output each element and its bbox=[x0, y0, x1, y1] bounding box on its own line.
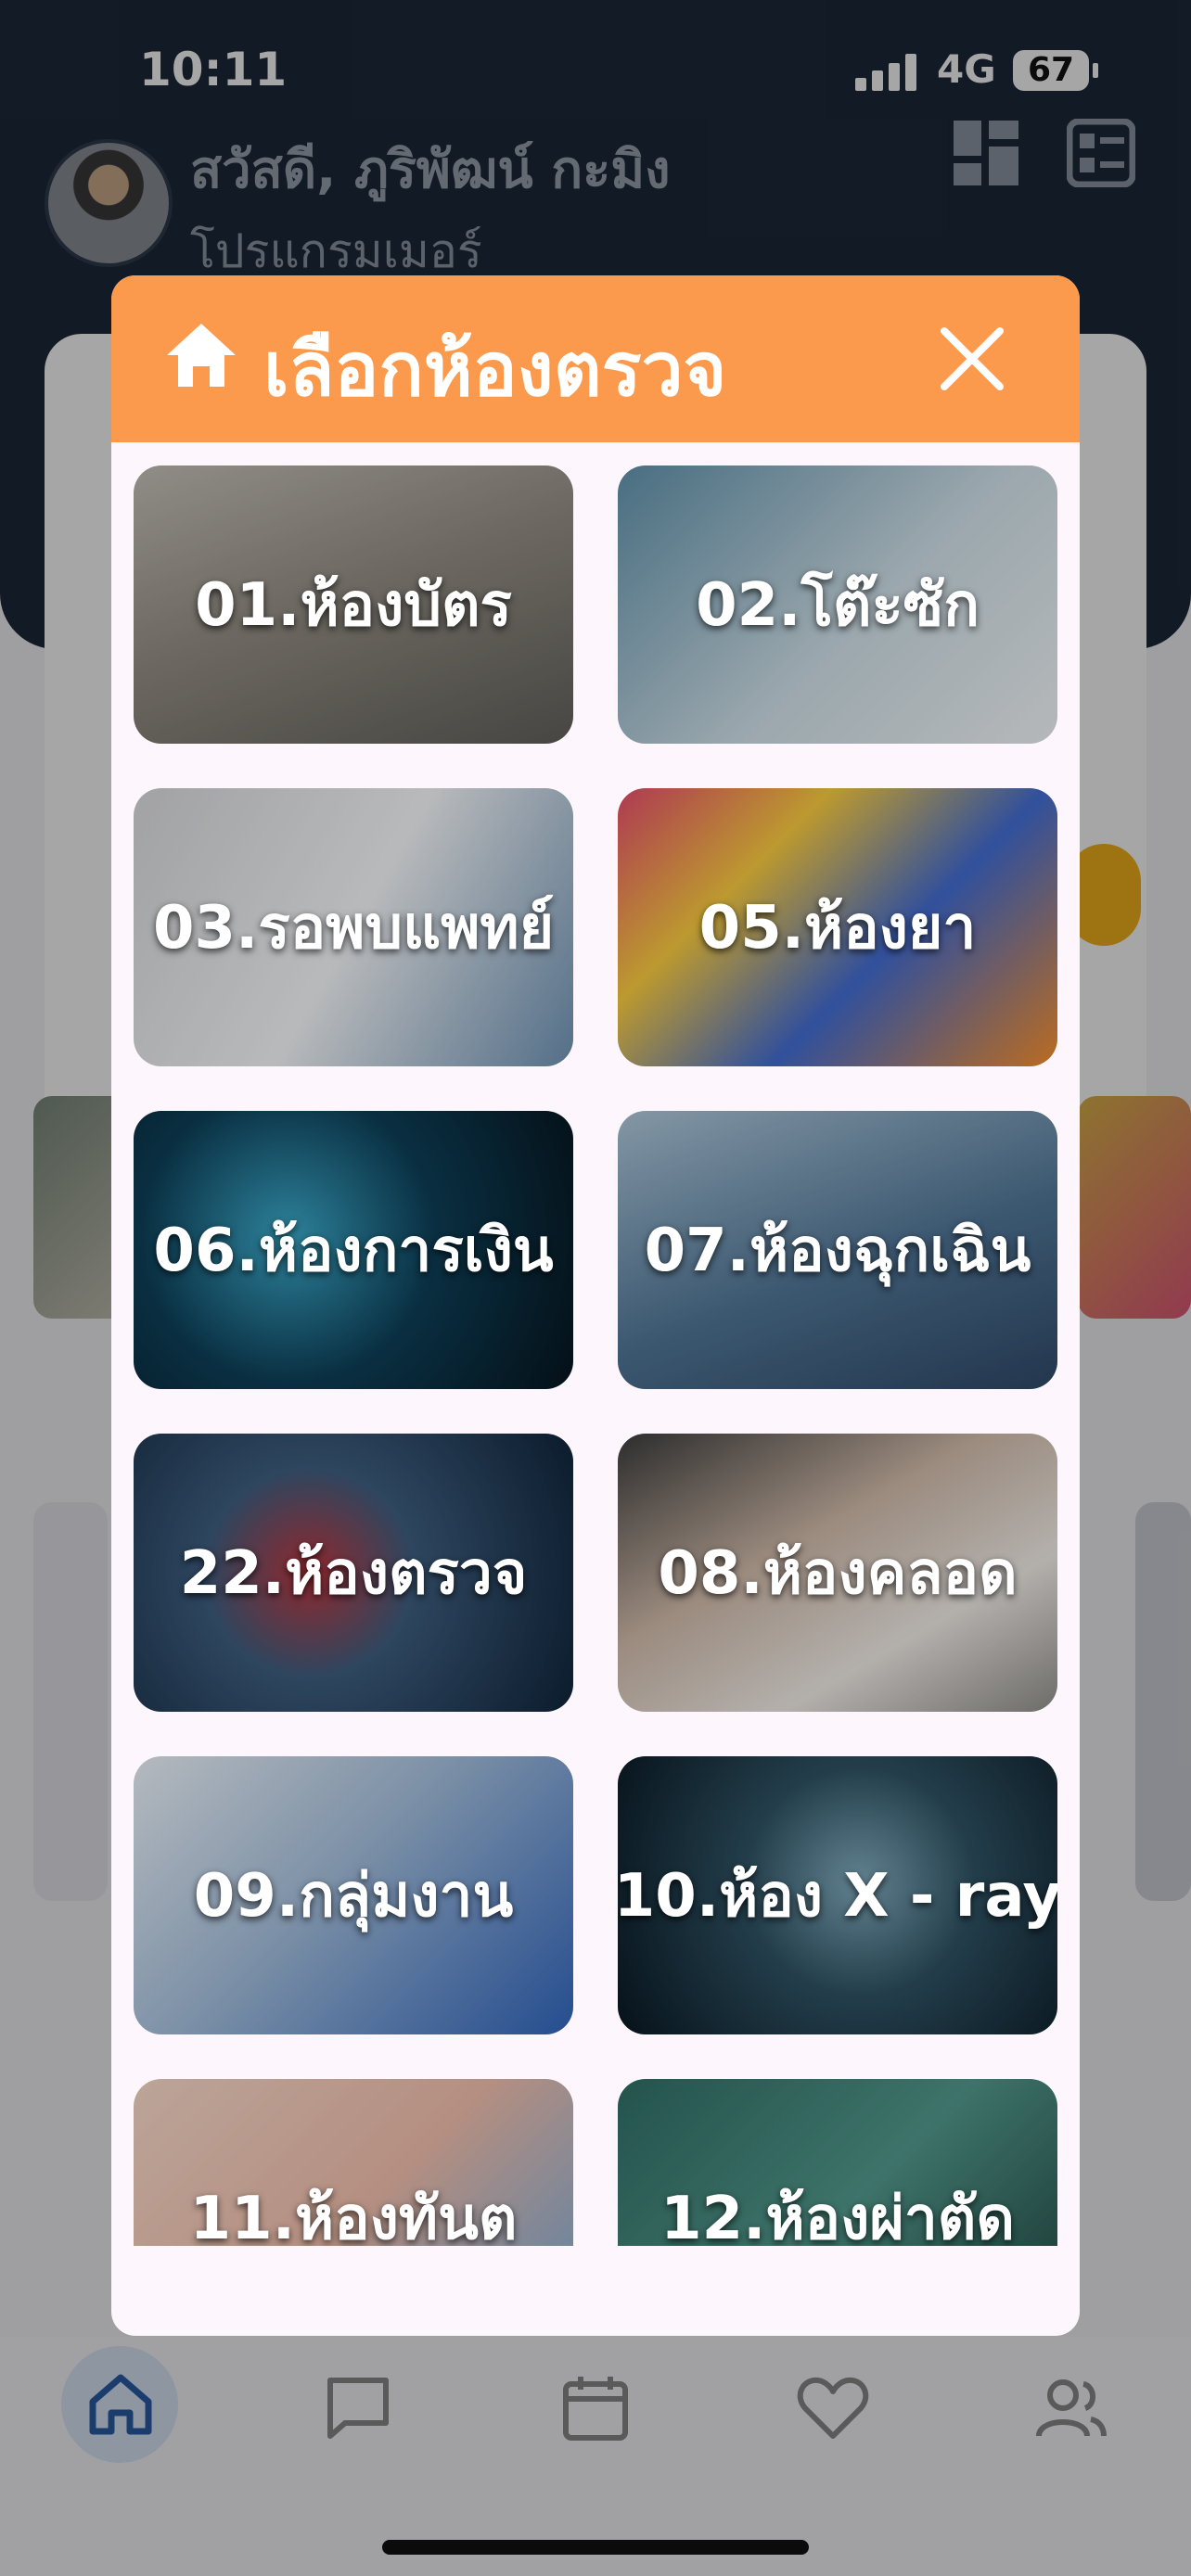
home-icon bbox=[167, 324, 236, 387]
room-select-modal: เลือกห้องตรวจ 01.ห้องบัตร 02.โต๊ะซัก 03.… bbox=[111, 275, 1080, 2336]
room-tile[interactable]: 08.ห้องคลอด bbox=[618, 1434, 1057, 1712]
room-label: 10.ห้อง X - ray bbox=[618, 1862, 1057, 1931]
room-label: 11.ห้องทันต bbox=[189, 2185, 518, 2246]
room-tile[interactable]: 03.รอพบแพทย์ bbox=[134, 788, 573, 1066]
room-tile[interactable]: 07.ห้องฉุกเฉิน bbox=[618, 1111, 1057, 1389]
room-label: 05.ห้องยา bbox=[698, 894, 977, 963]
room-tile[interactable]: 11.ห้องทันต bbox=[134, 2079, 573, 2246]
room-tile[interactable]: 09.กลุ่มงาน bbox=[134, 1756, 573, 2034]
room-grid: 01.ห้องบัตร 02.โต๊ะซัก 03.รอพบแพทย์ 05.ห… bbox=[134, 465, 1057, 2246]
modal-title: เลือกห้องตรวจ bbox=[263, 326, 727, 413]
room-tile[interactable]: 06.ห้องการเงิน bbox=[134, 1111, 573, 1389]
room-tile[interactable]: 12.ห้องผ่าตัด bbox=[618, 2079, 1057, 2246]
room-tile[interactable]: 01.ห้องบัตร bbox=[134, 465, 573, 744]
room-label: 09.กลุ่มงาน bbox=[193, 1862, 514, 1931]
room-tile[interactable]: 02.โต๊ะซัก bbox=[618, 465, 1057, 744]
room-label: 08.ห้องคลอด bbox=[658, 1539, 1018, 1608]
room-label: 03.รอพบแพทย์ bbox=[152, 894, 555, 963]
room-tile[interactable]: 22.ห้องตรวจ bbox=[134, 1434, 573, 1712]
room-label: 12.ห้องผ่าตัด bbox=[660, 2185, 1015, 2246]
close-icon[interactable] bbox=[935, 322, 1009, 396]
room-tile[interactable]: 10.ห้อง X - ray bbox=[618, 1756, 1057, 2034]
room-label: 07.ห้องฉุกเฉิน bbox=[644, 1217, 1031, 1285]
room-label: 22.ห้องตรวจ bbox=[179, 1539, 528, 1608]
modal-header: เลือกห้องตรวจ bbox=[111, 275, 1080, 442]
room-label: 02.โต๊ะซัก bbox=[696, 571, 980, 640]
room-label: 01.ห้องบัตร bbox=[195, 571, 512, 640]
room-label: 06.ห้องการเงิน bbox=[153, 1217, 554, 1285]
room-tile[interactable]: 05.ห้องยา bbox=[618, 788, 1057, 1066]
